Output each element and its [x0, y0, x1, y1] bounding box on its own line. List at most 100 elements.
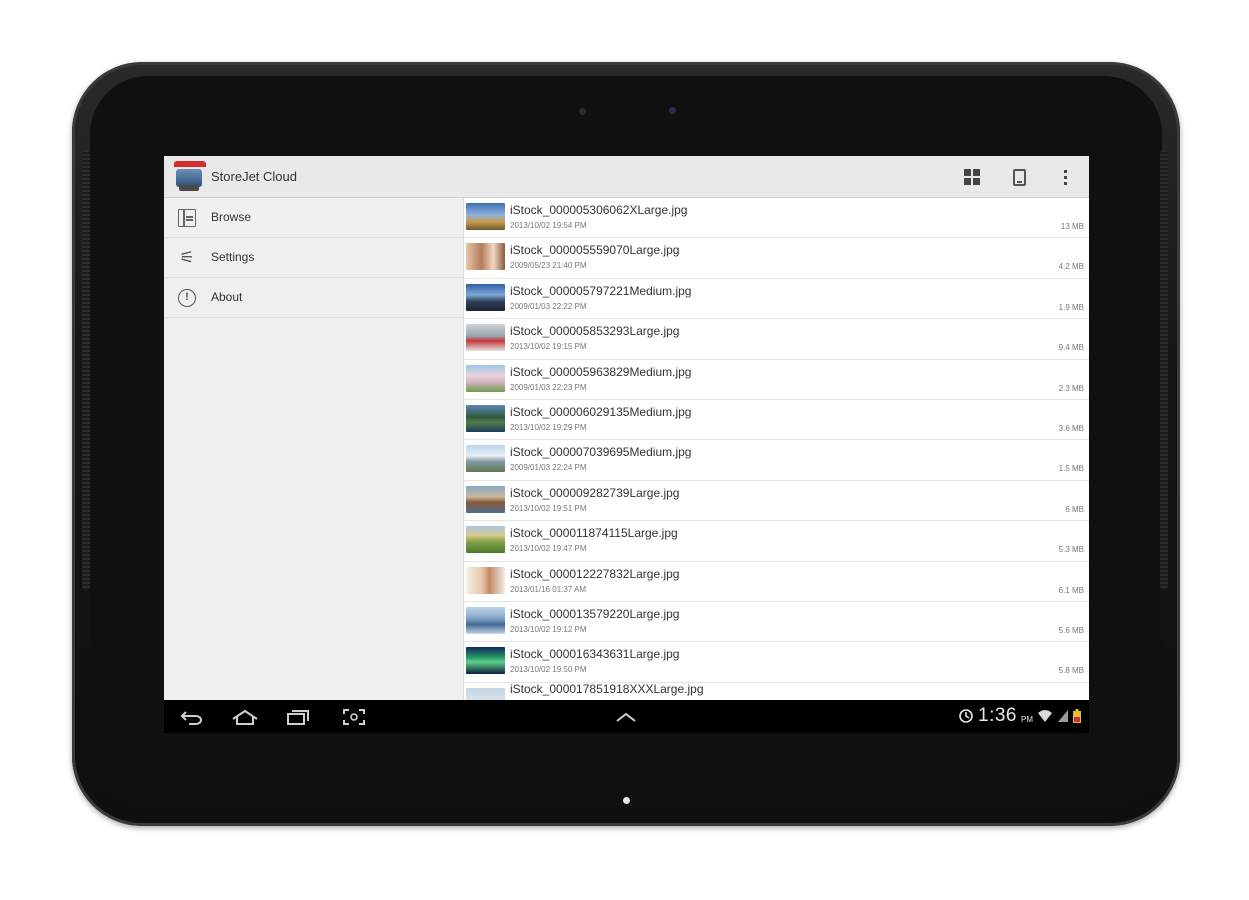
- sidebar-item-settings[interactable]: ⚟ Settings: [164, 238, 463, 278]
- left-speaker-grille: [82, 150, 90, 590]
- image-thumbnail: [466, 324, 505, 352]
- recent-apps-icon: [287, 710, 309, 725]
- file-name: iStock_000016343631Large.jpg: [510, 647, 680, 662]
- action-bar: StoreJet Cloud: [164, 156, 1089, 198]
- image-thumbnail: [466, 283, 505, 311]
- sidebar-item-label: Settings: [211, 250, 255, 264]
- system-navigation-bar: 1:36 PM: [164, 700, 1089, 733]
- screenshot-icon: [343, 709, 365, 725]
- battery-icon: [1073, 709, 1081, 723]
- app-title: StoreJet Cloud: [211, 169, 297, 184]
- list-item[interactable]: iStock_000006029135Medium.jpg 2013/10/02…: [464, 400, 1089, 441]
- file-size: 5.3 MB: [1058, 545, 1084, 555]
- list-item[interactable]: iStock_000016343631Large.jpg 2013/10/02 …: [464, 642, 1089, 683]
- menu-up-icon: [616, 712, 636, 722]
- front-camera: [669, 107, 676, 114]
- file-list[interactable]: iStock_000005306062XLarge.jpg 2013/10/02…: [464, 198, 1089, 700]
- image-thumbnail: [466, 606, 505, 634]
- list-item[interactable]: iStock_000017851918XXXLarge.jpg: [464, 681, 1089, 700]
- back-button[interactable]: [176, 706, 208, 728]
- status-area[interactable]: 1:36 PM: [958, 705, 1081, 727]
- sync-icon: [959, 709, 973, 723]
- device-button[interactable]: [1006, 164, 1032, 190]
- file-name: iStock_000007039695Medium.jpg: [510, 445, 692, 460]
- image-thumbnail: [466, 566, 505, 594]
- image-thumbnail: [466, 445, 505, 473]
- settings-sliders-icon: ⚟: [179, 248, 195, 267]
- image-thumbnail: [466, 203, 505, 230]
- file-name: iStock_000005559070Large.jpg: [510, 243, 680, 258]
- tablet-screen: StoreJet Cloud Browse ⚟ Settings ! About…: [164, 156, 1089, 733]
- sidebar-item-about[interactable]: ! About: [164, 278, 463, 318]
- list-item[interactable]: iStock_000012227832Large.jpg 2013/01/16 …: [464, 562, 1089, 602]
- file-date: 2013/10/02 19:29 PM: [510, 422, 587, 432]
- sidebar-item-label: About: [211, 290, 243, 304]
- screenshot-button[interactable]: [338, 706, 370, 728]
- file-name: iStock_000005306062XLarge.jpg: [510, 203, 688, 217]
- notification-led: [623, 797, 630, 804]
- file-date: 2009/01/03 22:22 PM: [510, 301, 587, 311]
- clock-time: 1:36: [978, 705, 1017, 726]
- overflow-menu-icon: [1063, 169, 1067, 185]
- list-item[interactable]: iStock_000009282739Large.jpg 2013/10/02 …: [464, 481, 1089, 522]
- file-size: 3.6 MB: [1058, 423, 1084, 433]
- sidebar: Browse ⚟ Settings ! About: [164, 198, 464, 700]
- file-date: 2009/01/03 22:24 PM: [510, 463, 587, 473]
- file-date: 2013/10/02 19:12 PM: [510, 624, 587, 634]
- file-date: 2013/10/02 19:50 PM: [510, 665, 587, 675]
- list-item[interactable]: iStock_000011874115Large.jpg 2013/10/02 …: [464, 521, 1089, 562]
- file-name: iStock_000005963829Medium.jpg: [510, 364, 692, 379]
- list-item[interactable]: iStock_000007039695Medium.jpg 2009/01/03…: [464, 440, 1089, 481]
- file-name: iStock_000009282739Large.jpg: [510, 485, 680, 500]
- file-size: 2.3 MB: [1058, 383, 1084, 393]
- overflow-menu-button[interactable]: [1052, 164, 1078, 190]
- file-name: iStock_000011874115Large.jpg: [510, 526, 678, 541]
- file-size: 1.5 MB: [1058, 464, 1084, 474]
- browse-icon: [178, 209, 196, 227]
- file-size: 13 MB: [1060, 222, 1084, 231]
- list-item[interactable]: iStock_000005797221Medium.jpg 2009/01/03…: [464, 279, 1089, 320]
- light-sensor: [579, 108, 586, 115]
- right-speaker-grille: [1160, 150, 1168, 590]
- file-name: iStock_000017851918XXXLarge.jpg: [510, 681, 704, 696]
- clock-ampm: PM: [1021, 714, 1033, 724]
- device-icon: [1012, 168, 1026, 186]
- grid-view-icon: [964, 169, 980, 185]
- info-icon: !: [178, 289, 196, 307]
- file-date: 2009/01/03 22:23 PM: [510, 382, 587, 392]
- list-item[interactable]: iStock_000005559070Large.jpg 2009/05/23 …: [464, 238, 1089, 279]
- back-icon: [180, 711, 202, 725]
- menu-up-button[interactable]: [610, 706, 642, 728]
- storejet-cloud-app-icon[interactable]: [172, 161, 206, 193]
- sidebar-item-browse[interactable]: Browse: [164, 198, 463, 238]
- signal-icon: [1058, 710, 1068, 722]
- recent-apps-button[interactable]: [283, 706, 315, 728]
- home-button[interactable]: [229, 706, 261, 728]
- file-date: 2013/01/16 01:37 AM: [510, 584, 587, 594]
- image-thumbnail: [466, 243, 505, 271]
- image-thumbnail: [466, 485, 505, 513]
- file-size: 1.9 MB: [1058, 302, 1084, 312]
- image-thumbnail: [466, 687, 505, 700]
- list-item[interactable]: iStock_000005963829Medium.jpg 2009/01/03…: [464, 360, 1089, 400]
- file-size: 4.2 MB: [1058, 262, 1084, 272]
- list-item[interactable]: iStock_000013579220Large.jpg 2013/10/02 …: [464, 602, 1089, 643]
- file-date: 2013/10/02 19:15 PM: [510, 342, 587, 352]
- home-icon: [232, 709, 258, 725]
- file-name: iStock_000005797221Medium.jpg: [510, 283, 692, 298]
- file-size: 5.8 MB: [1058, 666, 1084, 676]
- list-item[interactable]: iStock_000005853293Large.jpg 2013/10/02 …: [464, 319, 1089, 360]
- file-name: iStock_000005853293Large.jpg: [510, 324, 680, 339]
- file-size: 6 MB: [1065, 504, 1084, 514]
- file-name: iStock_000013579220Large.jpg: [510, 606, 680, 621]
- image-thumbnail: [466, 526, 505, 554]
- sidebar-item-label: Browse: [211, 210, 252, 224]
- file-date: 2013/10/02 19:54 PM: [510, 221, 587, 230]
- image-thumbnail: [466, 647, 505, 675]
- list-item[interactable]: iStock_000005306062XLarge.jpg 2013/10/02…: [464, 198, 1089, 239]
- file-name: iStock_000006029135Medium.jpg: [510, 404, 692, 419]
- file-size: 6.1 MB: [1058, 585, 1084, 595]
- grid-view-button[interactable]: [959, 164, 985, 190]
- file-size: 9.4 MB: [1058, 343, 1084, 353]
- file-name: iStock_000012227832Large.jpg: [510, 566, 680, 581]
